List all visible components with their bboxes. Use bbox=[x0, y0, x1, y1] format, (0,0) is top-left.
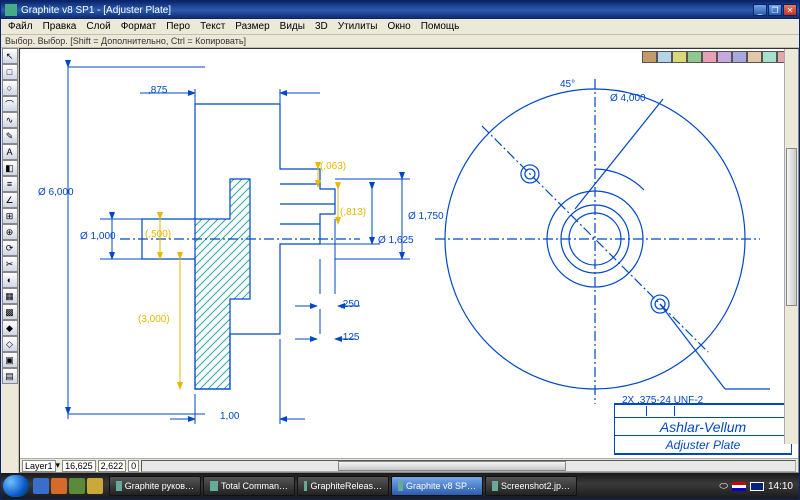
dim-label: Ø 4,000 bbox=[610, 93, 646, 104]
menu-item[interactable]: Правка bbox=[38, 20, 82, 33]
tray-icon[interactable]: ⬭ bbox=[719, 481, 728, 492]
drawing-canvas[interactable]: ,875 Ø 6,000 Ø 1,000 (,500) (3,000) (,06… bbox=[19, 48, 799, 473]
tool-button[interactable]: ⌒ bbox=[2, 96, 18, 112]
tool-button[interactable]: ∿ bbox=[2, 112, 18, 128]
dim-label: ,125 bbox=[340, 332, 359, 343]
dim-label: (3,000) bbox=[138, 314, 170, 325]
close-button[interactable]: ✕ bbox=[783, 4, 797, 16]
clock: 14:10 bbox=[768, 481, 793, 492]
menu-item[interactable]: Виды bbox=[275, 20, 310, 33]
minimize-button[interactable]: _ bbox=[753, 4, 767, 16]
tool-button[interactable]: ∠ bbox=[2, 192, 18, 208]
dim-label: (,813) bbox=[340, 207, 366, 218]
tool-button[interactable]: ○ bbox=[2, 80, 18, 96]
tool-button[interactable]: ▤ bbox=[2, 368, 18, 384]
tool-button[interactable]: ◧ bbox=[2, 160, 18, 176]
tool-button[interactable]: ▦ bbox=[2, 288, 18, 304]
tool-button[interactable]: ⟳ bbox=[2, 240, 18, 256]
dim-label: Ø 6,000 bbox=[38, 187, 74, 198]
menu-bar: ФайлПравкаСлойФорматПероТекстРазмерВиды3… bbox=[1, 19, 799, 35]
taskbar-item[interactable]: Screenshot2.jp… bbox=[485, 476, 577, 496]
tool-button[interactable]: ◐ bbox=[2, 272, 18, 288]
taskbar-item[interactable]: Graphite руков… bbox=[109, 476, 201, 496]
dim-label: 45° bbox=[560, 79, 575, 90]
scrollbar-vertical[interactable] bbox=[784, 49, 798, 444]
layer-selector[interactable]: Layer1 bbox=[22, 460, 56, 472]
dim-label: Ø 1,000 bbox=[80, 231, 116, 242]
menu-item[interactable]: Текст bbox=[195, 20, 230, 33]
scrollbar-horizontal[interactable] bbox=[141, 460, 796, 472]
tool-button[interactable]: ≡ bbox=[2, 176, 18, 192]
taskbar-item[interactable]: Graphite v8 SP… bbox=[391, 476, 483, 496]
tool-button[interactable]: ⊕ bbox=[2, 224, 18, 240]
tool-button[interactable]: A bbox=[2, 144, 18, 160]
lang-icon[interactable] bbox=[750, 482, 764, 491]
tool-button[interactable]: ✂ bbox=[2, 256, 18, 272]
dim-label: Ø 1,625 bbox=[378, 235, 414, 246]
taskbar: Graphite руков…Total Comman…GraphiteRele… bbox=[1, 473, 799, 499]
title-bar: Graphite v8 SP1 - [Adjuster Plate] _ ❐ ✕ bbox=[1, 1, 799, 19]
menu-item[interactable]: Помощь bbox=[416, 20, 465, 33]
dim-label: (,500) bbox=[145, 229, 171, 240]
dim-label: ,250 bbox=[340, 299, 359, 310]
menu-item[interactable]: Слой bbox=[81, 20, 115, 33]
hint-bar: Выбор. Выбор. [Shift = Дополнительно, Ct… bbox=[1, 35, 799, 48]
status-bar: Layer1▾ 16,625 2,622 0 bbox=[20, 458, 798, 472]
tool-button[interactable]: ✎ bbox=[2, 128, 18, 144]
title-block: Ashlar-Vellum Adjuster Plate bbox=[614, 403, 792, 455]
start-button[interactable] bbox=[3, 475, 29, 497]
taskbar-item[interactable]: Total Comman… bbox=[203, 476, 295, 496]
menu-item[interactable]: 3D bbox=[310, 20, 333, 33]
tool-button[interactable]: □ bbox=[2, 64, 18, 80]
tool-button[interactable]: ◆ bbox=[2, 320, 18, 336]
dim-label: ,875 bbox=[148, 85, 167, 96]
taskbar-item[interactable]: GraphiteReleas… bbox=[297, 476, 389, 496]
tool-button[interactable]: ▩ bbox=[2, 304, 18, 320]
tool-palette: ↖□○⌒∿✎A◧≡∠⊞⊕⟳✂◐▦▩◆◇▣▤ bbox=[1, 48, 19, 473]
menu-item[interactable]: Формат bbox=[116, 20, 162, 33]
menu-item[interactable]: Окно bbox=[382, 20, 415, 33]
system-tray[interactable]: ⬭ 14:10 bbox=[719, 481, 797, 492]
app-icon bbox=[5, 4, 17, 16]
coord-y: 2,622 bbox=[98, 460, 127, 472]
flag-icon[interactable] bbox=[732, 482, 746, 491]
menu-item[interactable]: Утилиты bbox=[333, 20, 383, 33]
coord-x: 16,625 bbox=[62, 460, 96, 472]
tool-button[interactable]: ↖ bbox=[2, 48, 18, 64]
window-title: Graphite v8 SP1 - [Adjuster Plate] bbox=[21, 5, 171, 16]
menu-item[interactable]: Размер bbox=[230, 20, 274, 33]
menu-item[interactable]: Перо bbox=[161, 20, 195, 33]
dim-label: Ø 1,750 bbox=[408, 211, 444, 222]
tool-button[interactable]: ▣ bbox=[2, 352, 18, 368]
maximize-button[interactable]: ❐ bbox=[768, 4, 782, 16]
dim-label: 1,00 bbox=[220, 411, 239, 422]
cad-drawing bbox=[20, 49, 780, 449]
dim-label: (,063) bbox=[320, 161, 346, 172]
coord-z: 0 bbox=[128, 460, 139, 472]
menu-item[interactable]: Файл bbox=[3, 20, 38, 33]
quick-launch[interactable] bbox=[33, 478, 103, 494]
tool-button[interactable]: ◇ bbox=[2, 336, 18, 352]
tool-button[interactable]: ⊞ bbox=[2, 208, 18, 224]
